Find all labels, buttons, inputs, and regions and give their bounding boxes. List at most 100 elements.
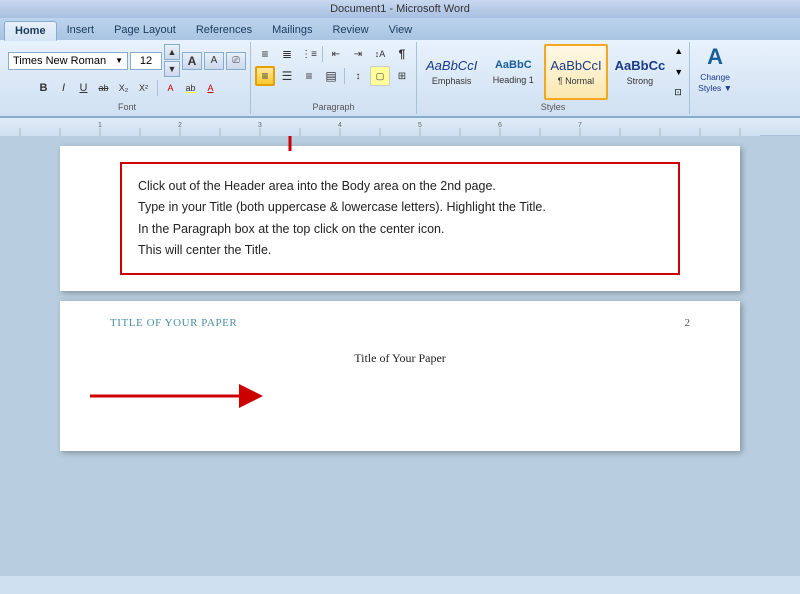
borders-btn[interactable]: ⊞ — [392, 66, 412, 86]
style-strong-label: Strong — [627, 76, 654, 86]
page1: Click out of the Header area into the Bo… — [60, 146, 740, 291]
style-strong[interactable]: AaBbCc Strong — [610, 44, 671, 100]
instruction-line-3: In the Paragraph box at the top click on… — [138, 219, 662, 240]
change-styles-icon: A — [707, 46, 723, 68]
svg-text:4: 4 — [338, 122, 342, 129]
styles-group: AaBbCcI Emphasis AaBbC Heading 1 AaBbCcI… — [417, 42, 690, 114]
style-heading1-label: Heading 1 — [493, 75, 534, 85]
numbering-btn[interactable]: ≣ — [277, 44, 297, 64]
bullets-btn[interactable]: ≡ — [255, 44, 275, 64]
decrease-indent-btn[interactable]: ⇤ — [326, 44, 346, 64]
style-heading1-preview: AaBbC — [495, 59, 532, 72]
superscript-btn[interactable]: X² — [135, 79, 153, 97]
paragraph-group: ≡ ≣ ⋮≡ ⇤ ⇥ ↕A ¶ ≡ ☰ ≡ ▤ ↕ ▢ ⊞ Paragraph — [251, 42, 417, 114]
font-color-btn[interactable]: A — [202, 79, 220, 97]
font-group: Times New Roman ▼ 12 ▲ ▼ A A ⎚ B I U ab … — [4, 42, 251, 114]
svg-text:2: 2 — [178, 122, 182, 129]
underline-btn[interactable]: U — [75, 79, 93, 97]
multilevel-btn[interactable]: ⋮≡ — [299, 44, 319, 64]
font-size-up[interactable]: ▲ — [164, 44, 180, 60]
tab-insert[interactable]: Insert — [57, 20, 105, 40]
clear-format-btn[interactable]: ⎚ — [226, 52, 246, 70]
svg-text:6: 6 — [498, 122, 502, 129]
change-styles-btn[interactable]: A ChangeStyles ▼ — [690, 42, 740, 114]
font-group-label: Font — [118, 100, 136, 112]
format-buttons-row: B I U ab X₂ X² A ab A — [35, 79, 220, 97]
bold-btn[interactable]: B — [35, 79, 53, 97]
ruler: 1 2 3 4 5 6 7 — [0, 118, 800, 136]
divider3 — [344, 68, 345, 84]
align-center-btn[interactable]: ☰ — [277, 66, 297, 86]
divider2 — [322, 46, 323, 62]
show-formatting-btn[interactable]: ¶ — [392, 44, 412, 64]
svg-text:3: 3 — [258, 122, 262, 129]
sort-btn[interactable]: ↕A — [370, 44, 390, 64]
styles-scroll: ▲ ▼ ⊡ — [672, 44, 685, 100]
line-spacing-btn[interactable]: ↕ — [348, 66, 368, 86]
page2-number: 2 — [685, 317, 691, 329]
increase-indent-btn[interactable]: ⇥ — [348, 44, 368, 64]
font-size-arrows: ▲ ▼ — [164, 44, 180, 77]
style-emphasis-label: Emphasis — [432, 76, 472, 86]
style-normal-label: ¶ Normal — [558, 76, 594, 86]
tab-bar: Home Insert Page Layout References Maili… — [0, 18, 800, 40]
font-size: 12 — [140, 55, 152, 67]
instruction-box: Click out of the Header area into the Bo… — [120, 162, 680, 275]
page2-header: TITLE OF YOUR PAPER — [110, 317, 237, 329]
font-name-dropdown[interactable]: ▼ — [115, 56, 123, 65]
instruction-line-2: Type in your Title (both uppercase & low… — [138, 197, 662, 218]
shading-btn[interactable]: ▢ — [370, 66, 390, 86]
styles-expand[interactable]: ⊡ — [674, 87, 683, 98]
font-name: Times New Roman — [13, 55, 106, 67]
styles-scroll-up[interactable]: ▲ — [674, 46, 683, 56]
tab-view[interactable]: View — [379, 20, 423, 40]
justify-btn[interactable]: ▤ — [321, 66, 341, 86]
para-row2: ≡ ☰ ≡ ▤ ↕ ▢ ⊞ — [255, 66, 412, 86]
highlight-btn[interactable]: ab — [182, 79, 200, 97]
styles-group-label: Styles — [421, 100, 685, 112]
tab-mailings[interactable]: Mailings — [262, 20, 322, 40]
tab-references[interactable]: References — [186, 20, 262, 40]
paragraph-group-label: Paragraph — [312, 100, 354, 112]
style-heading1[interactable]: AaBbC Heading 1 — [484, 44, 542, 100]
main-area: Click out of the Header area into the Bo… — [0, 136, 800, 576]
font-size-down[interactable]: ▼ — [164, 61, 180, 77]
para-row1: ≡ ≣ ⋮≡ ⇤ ⇥ ↕A ¶ — [255, 44, 412, 64]
svg-text:1: 1 — [98, 122, 102, 129]
title-bar: Document1 - Microsoft Word — [0, 0, 800, 18]
tab-page-layout[interactable]: Page Layout — [104, 20, 186, 40]
font-size-box[interactable]: 12 — [130, 52, 162, 70]
shrink-font-btn[interactable]: A — [204, 52, 224, 70]
tab-review[interactable]: Review — [322, 20, 378, 40]
page2: TITLE OF YOUR PAPER 2 Title of Your Pape… — [60, 301, 740, 451]
text-effects-btn[interactable]: A — [162, 79, 180, 97]
svg-text:7: 7 — [578, 122, 582, 129]
align-left-btn[interactable]: ≡ — [255, 66, 275, 86]
title-text: Document1 - Microsoft Word — [330, 3, 470, 15]
divider — [157, 80, 158, 96]
align-right-btn[interactable]: ≡ — [299, 66, 319, 86]
styles-scroll-down[interactable]: ▼ — [674, 67, 683, 77]
style-strong-preview: AaBbCc — [615, 58, 666, 74]
tab-home[interactable]: Home — [4, 21, 57, 41]
page2-body: Title of Your Paper — [110, 349, 690, 367]
strikethrough-btn[interactable]: ab — [95, 79, 113, 97]
italic-btn[interactable]: I — [55, 79, 73, 97]
style-emphasis[interactable]: AaBbCcI Emphasis — [421, 44, 482, 100]
style-items-row: AaBbCcI Emphasis AaBbC Heading 1 AaBbCcI… — [421, 44, 685, 100]
instruction-line-1: Click out of the Header area into the Bo… — [138, 176, 662, 197]
font-name-box[interactable]: Times New Roman ▼ — [8, 52, 128, 70]
font-selector-row: Times New Roman ▼ 12 ▲ ▼ A A ⎚ — [8, 44, 246, 77]
subscript-btn[interactable]: X₂ — [115, 79, 133, 97]
ruler-svg: 1 2 3 4 5 6 7 — [0, 118, 760, 136]
change-styles-label: ChangeStyles ▼ — [698, 72, 732, 94]
grow-font-btn[interactable]: A — [182, 52, 202, 70]
style-normal-preview: AaBbCcI — [550, 58, 601, 74]
page-gap — [10, 291, 790, 301]
style-emphasis-preview: AaBbCcI — [426, 58, 477, 74]
page2-header-row: TITLE OF YOUR PAPER 2 — [110, 317, 690, 329]
page2-title: Title of Your Paper — [354, 351, 446, 365]
svg-text:5: 5 — [418, 122, 422, 129]
red-arrow-title — [70, 366, 310, 426]
style-normal[interactable]: AaBbCcI ¶ Normal — [544, 44, 607, 100]
